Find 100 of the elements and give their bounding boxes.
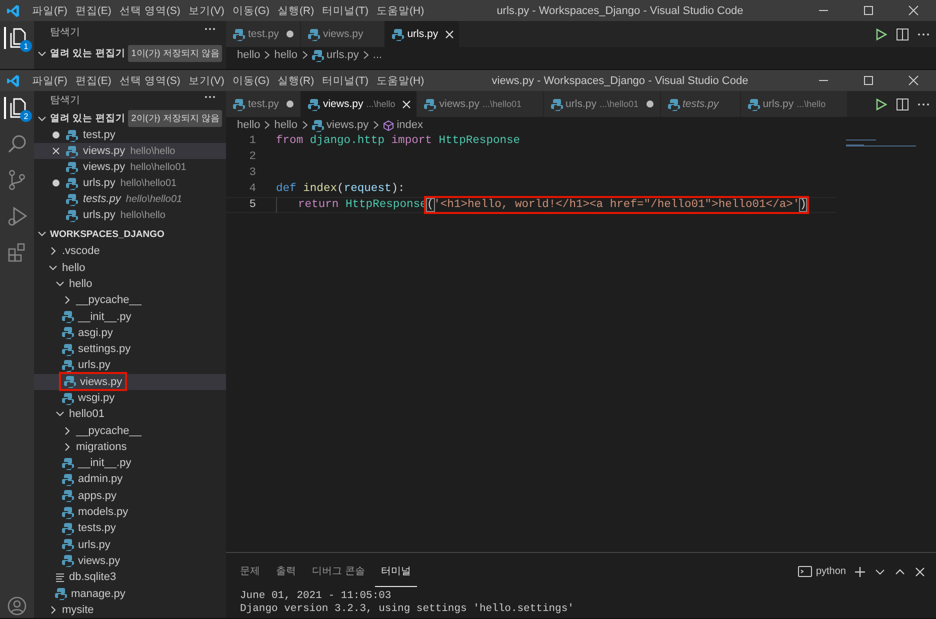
menu-item[interactable]: 도움말(H) bbox=[372, 72, 428, 90]
menu-item[interactable]: 터미널(T) bbox=[318, 72, 373, 90]
open-editor-item[interactable]: test.py bbox=[34, 127, 226, 144]
line-number: 2 bbox=[248, 151, 256, 163]
file-item[interactable]: urls.py bbox=[34, 536, 226, 553]
editor-tab[interactable]: urls.py ...\hello01 bbox=[544, 91, 660, 117]
new-terminal-button[interactable] bbox=[854, 566, 866, 578]
open-editor-item[interactable]: urls.py hello\hello01 bbox=[34, 175, 226, 192]
menu-item[interactable]: 도움말(H) bbox=[372, 2, 428, 20]
explorer-button[interactable]: 2 bbox=[4, 97, 28, 119]
explorer-title: 탐색기 bbox=[50, 94, 80, 108]
breadcrumb-item[interactable]: ... bbox=[372, 49, 382, 61]
line-number: 4 bbox=[248, 183, 256, 195]
more-icon bbox=[204, 95, 216, 100]
breadcrumb-item[interactable]: urls.py bbox=[312, 48, 359, 62]
cube-icon bbox=[382, 120, 394, 130]
menu-item[interactable]: 보기(V) bbox=[184, 72, 228, 90]
python-file-icon bbox=[62, 358, 74, 372]
panel-tab[interactable]: 디버그 콘솔 bbox=[306, 556, 371, 587]
terminal-selector[interactable]: python bbox=[798, 566, 846, 577]
folder-item[interactable]: migrations bbox=[34, 438, 226, 456]
editor-tab[interactable]: views.py bbox=[300, 21, 386, 47]
menu-item[interactable]: 터미널(T) bbox=[318, 2, 373, 20]
python-file-icon bbox=[62, 310, 74, 324]
file-item[interactable]: settings.py bbox=[34, 340, 226, 358]
file-item[interactable]: admin.py bbox=[34, 471, 226, 488]
menu-item[interactable]: 이동(G) bbox=[228, 2, 274, 20]
vscode-logo-icon bbox=[6, 74, 20, 88]
run-button[interactable] bbox=[875, 28, 888, 40]
file-item[interactable]: __init__.py bbox=[34, 455, 226, 472]
breadcrumb-item[interactable]: hello bbox=[237, 49, 260, 61]
editor-tab[interactable]: views.py ...\hello01 bbox=[417, 91, 544, 117]
file-item[interactable]: tests.py bbox=[34, 520, 226, 537]
python-file-icon bbox=[308, 28, 320, 40]
folder-item[interactable]: __pycache__ bbox=[34, 422, 226, 439]
breadcrumb-item[interactable]: hello bbox=[237, 119, 260, 131]
open-editor-item[interactable]: urls.py hello\hello bbox=[34, 207, 226, 224]
file-item[interactable]: urls.py bbox=[34, 357, 226, 374]
file-item[interactable]: wsgi.py bbox=[34, 390, 226, 406]
chevron-right-icon bbox=[48, 246, 58, 256]
breadcrumb-item[interactable]: index bbox=[382, 119, 423, 131]
menu-item[interactable]: 파일(F) bbox=[28, 2, 72, 20]
open-editor-item[interactable]: views.py hello\hello bbox=[34, 143, 226, 160]
file-item[interactable]: apps.py bbox=[34, 488, 226, 504]
play-icon bbox=[875, 28, 888, 40]
folder-item[interactable]: hello bbox=[34, 276, 226, 292]
menu-item[interactable]: 선택 영역(S) bbox=[115, 2, 184, 20]
python-file-icon bbox=[62, 342, 74, 356]
panel-tab[interactable]: 터미널 bbox=[374, 556, 417, 587]
breadcrumb-item[interactable]: hello bbox=[274, 119, 298, 131]
menu-item[interactable]: 파일(F) bbox=[28, 72, 72, 90]
menu-item[interactable]: 실행(R) bbox=[274, 72, 318, 90]
folder-item[interactable]: __pycache__ bbox=[34, 292, 226, 308]
run-button[interactable] bbox=[875, 98, 888, 110]
run-debug-button[interactable] bbox=[6, 205, 28, 227]
file-item[interactable]: db.sqlite3 bbox=[34, 569, 226, 586]
panel-tab[interactable]: 문제 bbox=[234, 556, 266, 587]
split-editor-button[interactable] bbox=[896, 98, 909, 110]
editor-tab[interactable]: views.py ...\hello bbox=[300, 91, 418, 117]
open-editor-item[interactable]: views.py hello\hello01 bbox=[34, 159, 226, 176]
source-control-button[interactable] bbox=[6, 169, 28, 191]
search-button[interactable] bbox=[6, 133, 28, 155]
menu-item[interactable]: 보기(V) bbox=[184, 2, 228, 20]
menu-item[interactable]: 편집(E) bbox=[71, 72, 116, 90]
plus-icon bbox=[854, 566, 866, 578]
terminal-line: Django version 3.2.3, using settings 'hello.settings' bbox=[239, 602, 575, 615]
file-item[interactable]: __init__.py bbox=[34, 308, 226, 325]
breadcrumb-item[interactable]: hello bbox=[274, 49, 298, 61]
file-item[interactable]: asgi.py bbox=[34, 324, 226, 341]
menu-item[interactable]: 편집(E) bbox=[71, 2, 116, 20]
python-file-icon bbox=[62, 489, 74, 502]
window-title: views.py - Workspaces_Django - Visual Studio Code bbox=[490, 74, 750, 86]
folder-item[interactable]: hello bbox=[34, 259, 226, 276]
menu-item[interactable]: 실행(R) bbox=[274, 2, 318, 20]
open-editor-item[interactable]: tests.py hello\hello01 bbox=[34, 191, 226, 208]
file-item[interactable]: views.py bbox=[34, 374, 226, 390]
section-header: 열려 있는 편집기 bbox=[50, 47, 126, 60]
notification-badge: 1 bbox=[20, 40, 32, 52]
panel-tab[interactable]: 출력 bbox=[270, 556, 302, 587]
python-file-icon bbox=[424, 98, 436, 110]
editor-tab[interactable]: tests.py bbox=[660, 91, 741, 117]
chevron-down-icon bbox=[37, 48, 47, 58]
menu-item[interactable]: 선택 영역(S) bbox=[115, 72, 184, 90]
editor-tab[interactable]: urls.py bbox=[385, 21, 460, 47]
file-item[interactable]: models.py bbox=[34, 504, 226, 520]
split-editor-button[interactable] bbox=[896, 28, 909, 40]
menu-item[interactable]: 이동(G) bbox=[228, 72, 274, 90]
folder-item[interactable]: .vscode bbox=[34, 243, 226, 260]
chevron-down-icon bbox=[55, 278, 65, 289]
file-item[interactable]: views.py bbox=[34, 552, 226, 570]
close-panel-button[interactable] bbox=[914, 566, 926, 578]
close-icon bbox=[444, 30, 454, 38]
folder-item[interactable]: hello01 bbox=[34, 406, 226, 422]
account-button[interactable] bbox=[7, 596, 27, 616]
editor-tab[interactable]: test.py bbox=[226, 91, 301, 117]
editor-tab[interactable]: test.py bbox=[226, 21, 301, 47]
folder-item[interactable]: mysite bbox=[34, 602, 226, 618]
file-item[interactable]: manage.py bbox=[34, 585, 226, 602]
editor-tab[interactable]: urls.py ...\hello bbox=[740, 91, 848, 117]
breadcrumb-item[interactable]: views.py bbox=[312, 118, 369, 132]
